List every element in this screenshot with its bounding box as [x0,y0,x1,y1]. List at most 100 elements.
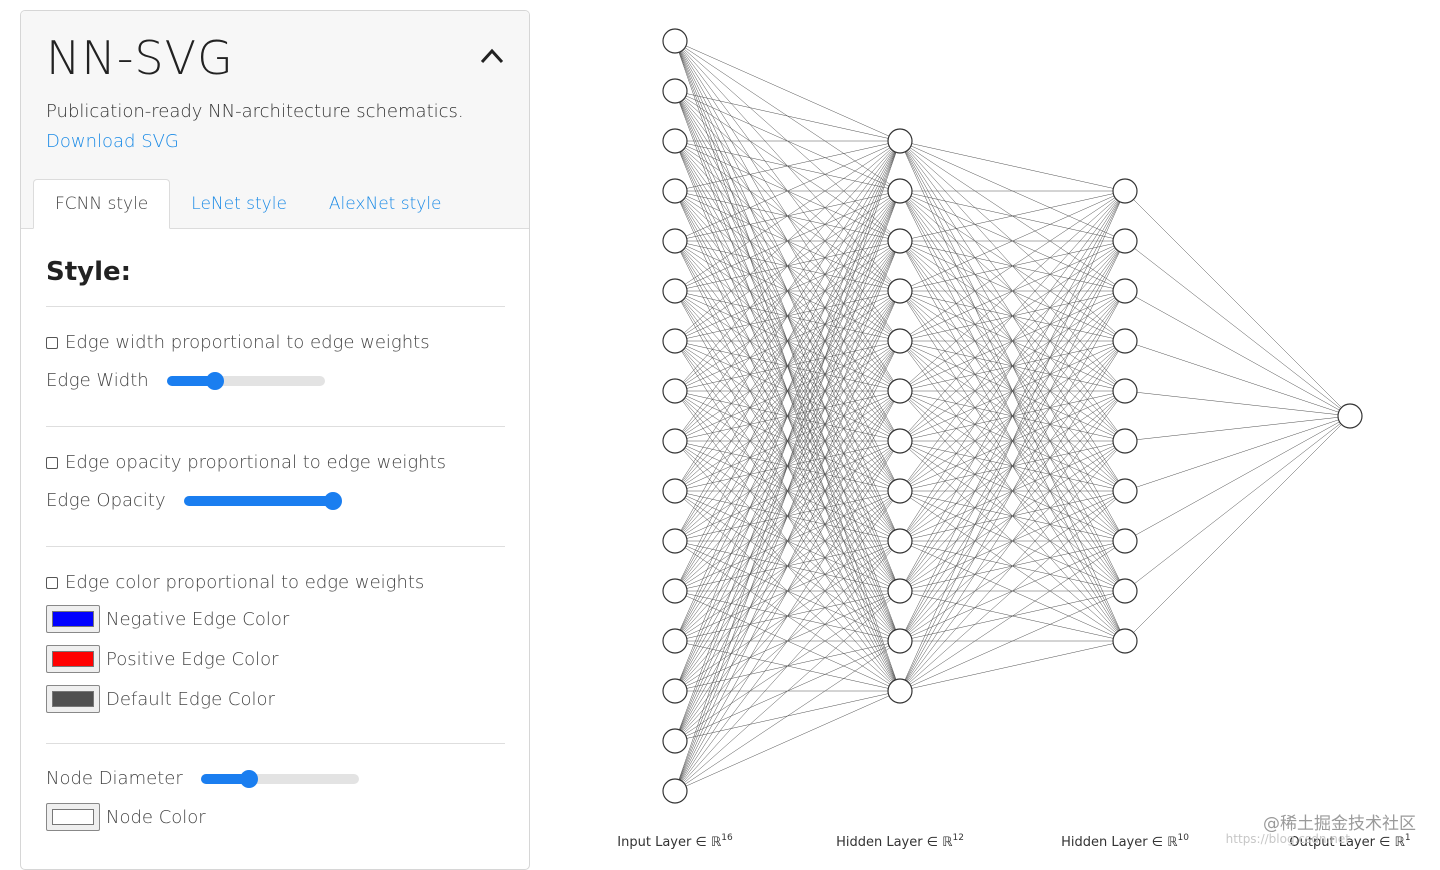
node [1112,378,1138,404]
divider [46,743,505,744]
edge-width-slider[interactable] [166,371,325,390]
node [1112,428,1138,454]
style-tabs: FCNN style LeNet style AlexNet style [33,179,463,229]
edge-opacity-slider-handle[interactable] [323,491,342,510]
node [1337,403,1363,429]
edge [1124,390,1351,417]
node [887,678,913,704]
negative-color-row: Negative Edge Color [46,605,505,633]
divider [46,426,505,427]
node [887,178,913,204]
node [662,78,688,104]
tab-alexnet[interactable]: AlexNet style [308,179,463,229]
edges [674,40,1351,792]
edge-width-prop-row: Edge width proportional to edge weights [46,332,505,353]
node [887,578,913,604]
layer-2-nodes [1112,178,1138,654]
edge-width-slider-handle[interactable] [205,371,224,390]
node [887,428,913,454]
node [887,128,913,154]
edge [1124,240,1351,417]
divider [46,306,505,307]
edge-color-prop-row: Edge color proportional to edge weights [46,572,505,593]
control-panel: NN-SVG Publication-ready NN-architecture… [20,10,530,870]
edge-width-label: Edge Width [46,370,149,391]
node-color-row: Node Color [46,803,505,831]
download-svg-link[interactable]: Download SVG [46,131,179,152]
edge-width-row: Edge Width [46,370,505,391]
layer-label: Hidden Layer ∈ ℝ10 [1061,833,1189,850]
node [662,778,688,804]
edge-opacity-prop-checkbox[interactable] [46,456,58,469]
node [662,28,688,54]
edge [674,40,901,142]
layer-3-nodes [1337,403,1363,429]
edge [1124,340,1351,417]
tab-fcnn[interactable]: FCNN style [33,179,171,229]
edge [1124,415,1351,492]
node [1112,578,1138,604]
watermark: @稀土掘金技术社区 [1263,814,1416,834]
node [662,528,688,554]
default-color-picker[interactable] [46,685,100,713]
network-diagram: Input Layer ∈ ℝ16 Hidden Layer ∈ ℝ12 Hidde… [617,28,1411,850]
edge-opacity-prop-label: Edge opacity proportional to edge weight… [65,452,447,473]
collapse-button[interactable] [477,41,507,71]
watermark-url: https://blog.csdn.net [1225,832,1350,846]
default-color-row: Default Edge Color [46,685,505,713]
tab-lenet[interactable]: LeNet style [170,179,308,229]
positive-color-picker[interactable] [46,645,100,673]
edge-width-prop-checkbox[interactable] [46,336,58,349]
node [887,278,913,304]
node [1112,528,1138,554]
negative-color-swatch [52,611,94,627]
edge [1124,290,1351,417]
node [1112,228,1138,254]
tagline: Publication-ready NN-architecture schema… [46,101,464,122]
node [662,128,688,154]
layer-label: Hidden Layer ∈ ℝ12 [836,833,964,850]
chevron-up-icon [480,48,504,64]
edge-color-prop-checkbox[interactable] [46,576,58,589]
edge-width-prop-label: Edge width proportional to edge weights [65,332,430,353]
node [662,678,688,704]
node [662,278,688,304]
layer-dimension: 12 [952,833,963,843]
edge [1124,415,1351,542]
layer-dimension: 16 [721,833,733,843]
node-color-label: Node Color [106,806,206,828]
positive-color-label: Positive Edge Color [106,648,279,670]
edge [1124,190,1351,417]
node-diameter-label: Node Diameter [46,768,183,789]
node-color-picker[interactable] [46,803,100,831]
layer-dimension: 1 [1405,833,1411,843]
edge-color-prop-label: Edge color proportional to edge weights [65,572,425,593]
edge-opacity-slider-fill [183,495,333,506]
negative-color-picker[interactable] [46,605,100,633]
edge [1124,415,1351,592]
node-diameter-row: Node Diameter [46,768,505,789]
default-color-swatch [52,691,94,707]
layer-label: Input Layer ∈ ℝ16 [617,833,733,850]
layer-1-nodes [887,128,913,704]
panel-header: NN-SVG Publication-ready NN-architecture… [21,11,529,229]
edge [899,240,1126,692]
default-color-label: Default Edge Color [106,688,275,710]
node-diameter-slider[interactable] [200,769,359,788]
positive-color-swatch [52,651,94,667]
positive-color-row: Positive Edge Color [46,645,505,673]
edge-opacity-row: Edge Opacity [46,490,505,511]
node [662,228,688,254]
node [662,178,688,204]
node-diameter-slider-handle[interactable] [239,769,258,788]
node [887,628,913,654]
node [887,328,913,354]
edge [899,140,1126,192]
edge [674,690,901,792]
layer-0-nodes [662,28,688,804]
negative-color-label: Negative Edge Color [106,608,290,630]
edge [1124,415,1351,642]
edge-opacity-slider[interactable] [183,491,342,510]
style-section: Style: Edge width proportional to edge w… [21,229,529,831]
node [1112,328,1138,354]
